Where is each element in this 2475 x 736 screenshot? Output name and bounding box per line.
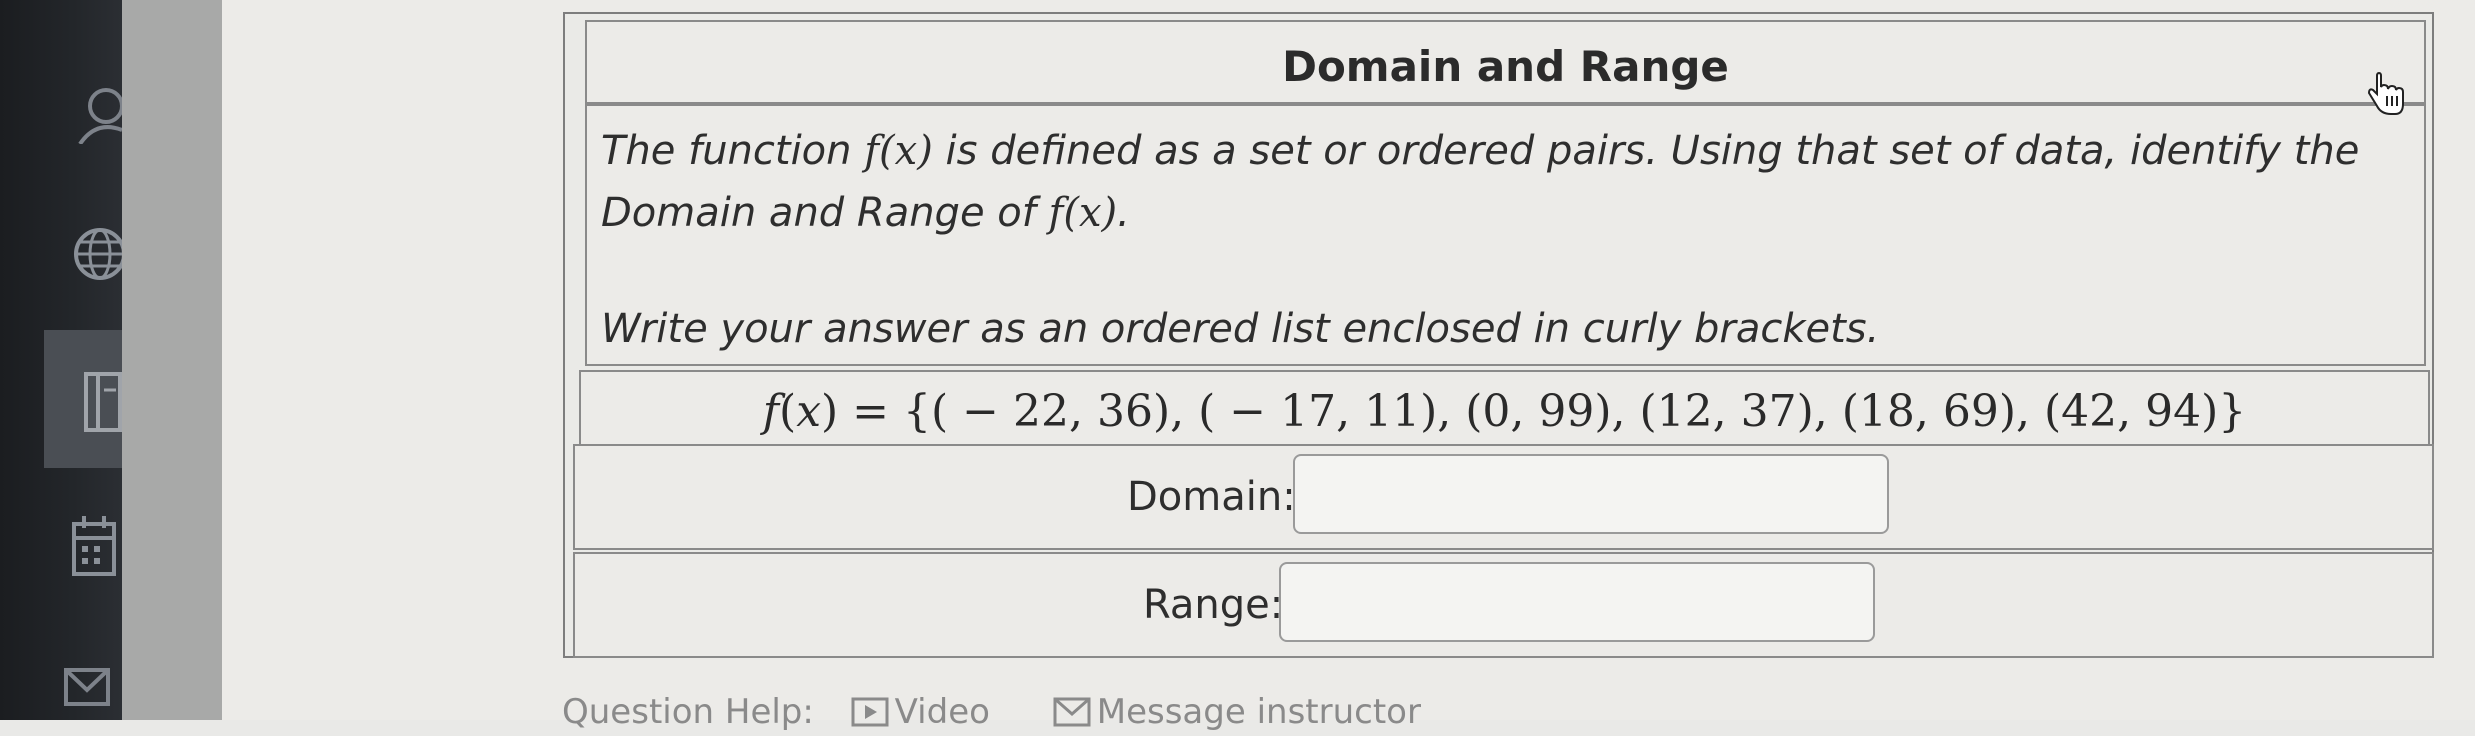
message-instructor-link[interactable]: Message instructor: [1053, 692, 1447, 732]
range-row: Range:: [573, 552, 2434, 658]
video-link[interactable]: Video: [851, 692, 1016, 732]
envelope-icon: [1053, 696, 1091, 736]
app-sidebar: [0, 0, 122, 720]
question-help-bar: Question Help: Video Message instructor: [562, 692, 1473, 736]
globe-icon[interactable]: [72, 226, 122, 282]
domain-row: Domain:: [573, 444, 2434, 550]
function-variable: x: [796, 386, 822, 437]
question-title: Domain and Range: [1282, 42, 1729, 91]
video-icon: [851, 696, 889, 736]
function-definition: f(x) = {( − 22, 36), ( − 17, 11), (0, 99…: [762, 386, 2247, 437]
domain-answer-input[interactable]: [1293, 454, 1889, 534]
hand-cursor-icon: [2365, 71, 2405, 120]
function-notation: f(x): [1048, 190, 1118, 236]
mail-icon[interactable]: [62, 664, 112, 710]
description-text: The function: [601, 128, 865, 174]
description-text: .: [1117, 190, 1130, 236]
user-icon[interactable]: [76, 84, 122, 144]
description-text: Domain and Range of: [601, 190, 1049, 236]
question-description: The function f(x) is defined as a set or…: [601, 120, 2411, 360]
book-icon[interactable]: [82, 370, 122, 434]
sidebar-gutter: [122, 0, 222, 720]
question-title-cell: Domain and Range: [585, 20, 2426, 104]
question-description-cell: The function f(x) is defined as a set or…: [585, 104, 2426, 366]
function-notation: f(x): [864, 128, 933, 174]
function-definition-cell: f(x) = {( − 22, 36), ( − 17, 11), (0, 99…: [579, 370, 2430, 452]
calendar-icon[interactable]: [70, 514, 116, 580]
main-content: Domain and Range The function f(x) is de…: [222, 0, 2475, 732]
function-set: = {( − 22, 36), ( − 17, 11), (0, 99), (1…: [838, 386, 2247, 437]
function-name: f: [762, 386, 780, 437]
description-text: is defined as a set or ordered pairs. Us…: [932, 128, 2360, 174]
range-label: Range:: [1143, 582, 1284, 628]
domain-label: Domain:: [1127, 474, 1296, 520]
question-help-label: Question Help:: [562, 692, 814, 732]
instruction-text: Write your answer as an ordered list enc…: [601, 306, 1880, 352]
question-card: Domain and Range The function f(x) is de…: [563, 12, 2434, 658]
range-answer-input[interactable]: [1279, 562, 1875, 642]
